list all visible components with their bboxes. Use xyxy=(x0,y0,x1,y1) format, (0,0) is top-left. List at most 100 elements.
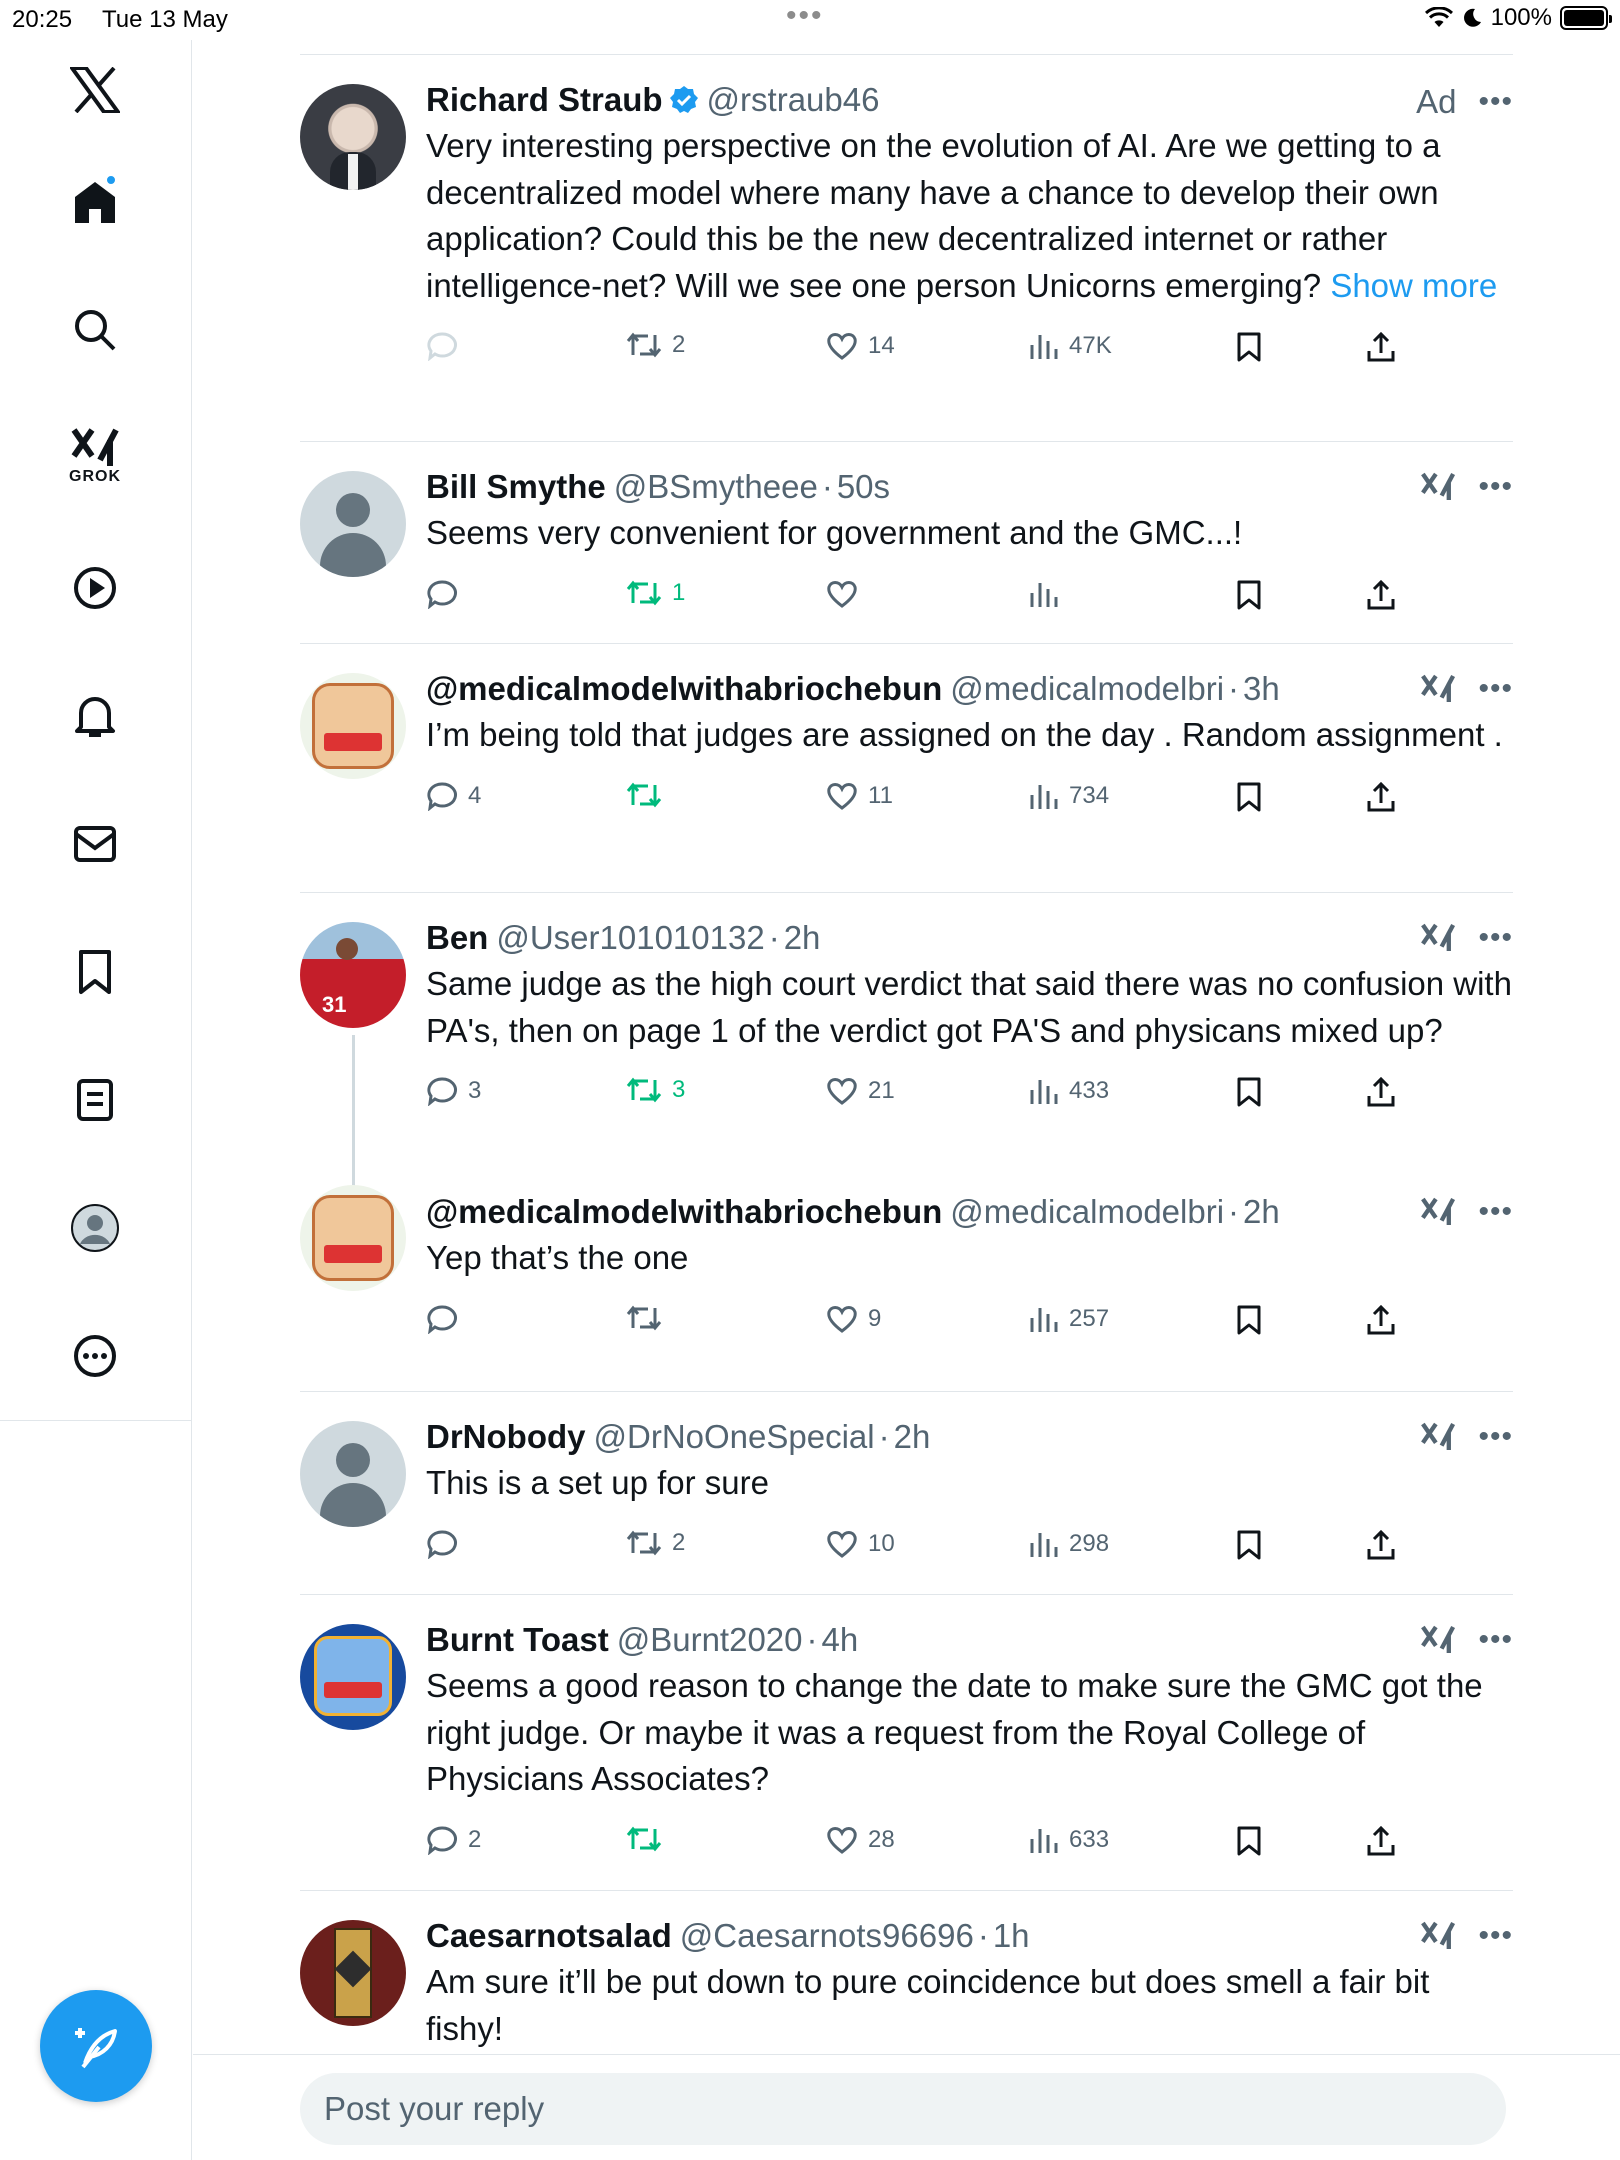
like-button[interactable]: 10 xyxy=(826,1529,895,1559)
more-options-icon[interactable] xyxy=(55,1316,135,1396)
reply-post[interactable]: Caesarnotsalad @Caesarnots96696 · 1h •••… xyxy=(300,1891,1513,2081)
post-more-icon[interactable]: ••• xyxy=(1478,472,1513,502)
post-more-icon[interactable]: ••• xyxy=(1478,923,1513,953)
grok-icon[interactable] xyxy=(1420,921,1456,955)
grok-icon[interactable] xyxy=(1420,672,1456,706)
avatar[interactable] xyxy=(300,1920,406,2026)
repost-button[interactable] xyxy=(626,781,662,809)
post-more-icon[interactable]: ••• xyxy=(1478,87,1513,117)
views-button[interactable]: 298 xyxy=(1029,1529,1109,1559)
post-more-icon[interactable]: ••• xyxy=(1478,1422,1513,1452)
bookmark-button[interactable] xyxy=(1236,1825,1262,1857)
lists-icon[interactable] xyxy=(55,1060,135,1140)
post-more-icon[interactable]: ••• xyxy=(1478,1625,1513,1655)
reply-post[interactable]: 31 Ben @User101010132 · 2h ••• Same judg… xyxy=(300,893,1513,1201)
display-name[interactable]: Bill Smythe xyxy=(426,468,606,506)
views-button[interactable]: 47K xyxy=(1029,331,1112,361)
grok-icon[interactable] xyxy=(1420,1195,1456,1229)
post-time[interactable]: 4h xyxy=(822,1621,859,1659)
grok-icon[interactable] xyxy=(1420,1623,1456,1657)
handle[interactable]: @Burnt2020 xyxy=(617,1621,803,1659)
grok-icon[interactable]: GROK xyxy=(55,416,135,496)
like-button[interactable]: 28 xyxy=(826,1825,895,1855)
show-more-link[interactable]: Show more xyxy=(1330,267,1497,304)
repost-button[interactable]: 1 xyxy=(626,579,685,607)
reply-button[interactable] xyxy=(426,331,458,361)
avatar[interactable] xyxy=(300,1185,406,1291)
share-button[interactable] xyxy=(1366,1304,1396,1336)
handle[interactable]: @Caesarnots96696 xyxy=(680,1917,974,1955)
avatar[interactable] xyxy=(300,84,406,190)
post-more-icon[interactable]: ••• xyxy=(1478,1197,1513,1227)
share-button[interactable] xyxy=(1366,1529,1396,1561)
multitasking-dots-icon[interactable]: ••• xyxy=(786,1,824,31)
like-button[interactable]: 9 xyxy=(826,1304,881,1334)
avatar[interactable] xyxy=(300,1421,406,1527)
bookmark-button[interactable] xyxy=(1236,331,1262,363)
like-button[interactable]: 11 xyxy=(826,781,893,811)
post-more-icon[interactable]: ••• xyxy=(1478,1921,1513,1951)
reply-input[interactable]: Post your reply xyxy=(300,2073,1506,2145)
repost-button[interactable] xyxy=(626,1304,662,1332)
display-name[interactable]: DrNobody xyxy=(426,1418,586,1456)
share-button[interactable] xyxy=(1366,1825,1396,1857)
handle[interactable]: @medicalmodelbri xyxy=(950,670,1224,708)
reply-post[interactable]: DrNobody @DrNoOneSpecial · 2h ••• This i… xyxy=(300,1392,1513,1595)
repost-button[interactable]: 2 xyxy=(626,1529,685,1557)
views-button[interactable]: 257 xyxy=(1029,1304,1109,1334)
video-play-icon[interactable] xyxy=(55,548,135,628)
display-name[interactable]: Caesarnotsalad xyxy=(426,1917,672,1955)
grok-icon[interactable] xyxy=(1420,470,1456,504)
handle[interactable]: @rstraub46 xyxy=(707,81,880,119)
reply-post[interactable]: @medicalmodelwithabriochebun @medicalmod… xyxy=(300,1185,1513,1392)
post-time[interactable]: 3h xyxy=(1243,670,1280,708)
display-name[interactable]: Richard Straub xyxy=(426,81,663,119)
views-button[interactable]: 633 xyxy=(1029,1825,1109,1855)
reply-button[interactable] xyxy=(426,1529,458,1559)
share-button[interactable] xyxy=(1366,781,1396,813)
handle[interactable]: @medicalmodelbri xyxy=(950,1193,1224,1231)
post-time[interactable]: 2h xyxy=(1243,1193,1280,1231)
bookmarks-icon[interactable] xyxy=(55,932,135,1012)
x-logo-icon[interactable] xyxy=(55,50,135,130)
like-button[interactable] xyxy=(826,579,858,609)
post-time[interactable]: 50s xyxy=(837,468,890,506)
post-time[interactable]: 2h xyxy=(784,919,821,957)
avatar[interactable]: 31 xyxy=(300,922,406,1028)
messages-mail-icon[interactable] xyxy=(55,804,135,884)
reply-post[interactable]: @medicalmodelwithabriochebun @medicalmod… xyxy=(300,644,1513,893)
bookmark-button[interactable] xyxy=(1236,1304,1262,1336)
reply-button[interactable] xyxy=(426,579,458,609)
like-button[interactable]: 21 xyxy=(826,1076,895,1106)
grok-icon[interactable] xyxy=(1420,1420,1456,1454)
reply-post[interactable]: Bill Smythe @BSmytheee · 50s ••• Seems v… xyxy=(300,442,1513,644)
views-button[interactable]: 433 xyxy=(1029,1076,1109,1106)
like-button[interactable]: 14 xyxy=(826,331,895,361)
handle[interactable]: @User101010132 xyxy=(496,919,764,957)
repost-button[interactable]: 3 xyxy=(626,1076,685,1104)
bookmark-button[interactable] xyxy=(1236,1529,1262,1561)
compose-post-button[interactable] xyxy=(40,1990,152,2102)
display-name[interactable]: Ben xyxy=(426,919,488,957)
handle[interactable]: @DrNoOneSpecial xyxy=(594,1418,875,1456)
profile-icon[interactable] xyxy=(55,1188,135,1268)
search-icon[interactable] xyxy=(55,290,135,370)
reply-button[interactable]: 3 xyxy=(426,1076,481,1106)
views-button[interactable] xyxy=(1029,579,1059,609)
bookmark-button[interactable] xyxy=(1236,579,1262,611)
post-time[interactable]: 2h xyxy=(894,1418,931,1456)
reply-button[interactable] xyxy=(426,1304,458,1334)
display-name[interactable]: Burnt Toast xyxy=(426,1621,609,1659)
grok-icon[interactable] xyxy=(1420,1919,1456,1953)
share-button[interactable] xyxy=(1366,579,1396,611)
post-more-icon[interactable]: ••• xyxy=(1478,674,1513,704)
views-button[interactable]: 734 xyxy=(1029,781,1109,811)
share-button[interactable] xyxy=(1366,331,1396,363)
share-button[interactable] xyxy=(1366,1076,1396,1108)
reply-button[interactable]: 4 xyxy=(426,781,481,811)
repost-button[interactable] xyxy=(626,1825,662,1853)
avatar[interactable] xyxy=(300,1624,406,1730)
handle[interactable]: @BSmytheee xyxy=(614,468,818,506)
display-name[interactable]: @medicalmodelwithabriochebun xyxy=(426,670,942,708)
home-icon[interactable] xyxy=(55,162,135,242)
